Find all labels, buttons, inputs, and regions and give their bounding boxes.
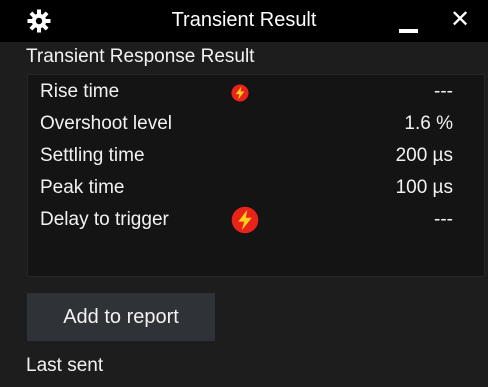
result-value: 1.6 % — [404, 113, 453, 134]
lightning-icon — [231, 206, 259, 234]
results-table: Rise time --- Overshoot level 1.6 % Sett… — [27, 74, 485, 277]
result-value: 200 µs — [395, 145, 453, 166]
title-bar: Transient Result ✕ — [0, 0, 488, 42]
minimize-icon[interactable] — [396, 8, 422, 34]
add-to-report-button[interactable]: Add to report — [27, 293, 215, 341]
result-row-overshoot-level: Overshoot level 1.6 % — [28, 109, 484, 141]
transient-result-window: Transient Result ✕ Transient Response Re… — [0, 0, 488, 387]
result-row-delay-to-trigger: Delay to trigger --- — [28, 205, 484, 237]
result-label: Peak time — [40, 177, 125, 198]
result-label: Overshoot level — [40, 113, 173, 134]
result-label: Rise time — [40, 81, 120, 102]
result-value: 100 µs — [395, 177, 453, 198]
result-row-settling-time: Settling time 200 µs — [28, 141, 484, 173]
close-icon[interactable]: ✕ — [446, 6, 474, 34]
content-panel: Transient Response Result Rise time --- … — [0, 42, 488, 387]
lightning-icon — [231, 84, 249, 102]
result-row-peak-time: Peak time 100 µs — [28, 173, 484, 205]
result-label: Settling time — [40, 145, 145, 166]
result-value: --- — [434, 81, 453, 102]
result-label: Delay to trigger — [40, 209, 169, 230]
result-value: --- — [434, 209, 453, 230]
last-sent-status: Last sent — [26, 355, 104, 376]
section-title: Transient Response Result — [26, 46, 255, 67]
result-row-rise-time: Rise time --- — [28, 77, 484, 109]
